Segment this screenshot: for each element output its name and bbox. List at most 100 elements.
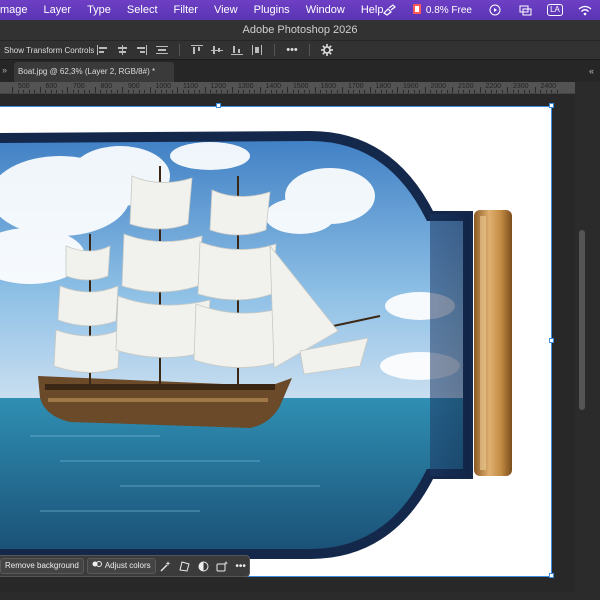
distribute-horizontal-icon[interactable] (154, 43, 170, 57)
ruler-tick (369, 87, 371, 93)
ruler-tick (347, 90, 349, 93)
magic-wand-icon[interactable] (158, 558, 175, 574)
ruler-tick (507, 87, 509, 93)
ruler-tick (221, 90, 223, 93)
ruler-tick-label: 2100 (458, 83, 474, 90)
ruler-tick (133, 90, 135, 93)
play-icon[interactable] (480, 0, 510, 20)
menu-image[interactable]: mage (0, 0, 36, 20)
ruler-tick (237, 90, 239, 93)
ruler-tick (496, 90, 498, 93)
ruler-tick-label: 500 (18, 83, 30, 90)
align-left-edges-icon[interactable] (94, 43, 110, 57)
ruler-tick (155, 90, 157, 93)
ruler-tick (314, 87, 316, 93)
align-right-edges-icon[interactable] (134, 43, 150, 57)
ruler-tick (100, 90, 102, 93)
app-title: Adobe Photoshop 2026 (242, 24, 358, 36)
ruler-tick (320, 90, 322, 93)
ruler-tick (479, 87, 481, 93)
menubar-status-area: 0.8% Free LA (374, 0, 600, 20)
show-transform-controls-label[interactable]: Show Transform Controls (0, 46, 94, 55)
ruler-tick-label: 700 (73, 83, 85, 90)
ruler-tick (457, 90, 459, 93)
menu-window[interactable]: Window (298, 0, 353, 20)
ruler-tick-label: 1900 (403, 83, 419, 90)
window-switch-icon[interactable] (510, 0, 540, 20)
vertical-scroll-thumb[interactable] (579, 230, 585, 410)
ruler-tick (105, 90, 107, 93)
memory-status[interactable]: 0.8% Free (404, 3, 480, 18)
transform-handle-middle-right[interactable] (549, 338, 554, 343)
ruler-tick (534, 87, 536, 93)
ruler-tick-label: 900 (128, 83, 140, 90)
distribute-vertical-icon[interactable] (249, 43, 265, 57)
ruler-tick (160, 90, 162, 93)
ruler-tick-label: 2300 (513, 83, 529, 90)
ruler-tick (166, 90, 168, 93)
horizontal-scrollbar[interactable] (0, 592, 575, 600)
ruler-tick-label: 2000 (430, 83, 447, 90)
ruler-tick (199, 90, 201, 93)
menu-layer[interactable]: Layer (36, 0, 80, 20)
ruler-tick (188, 90, 190, 93)
ruler-tick (204, 87, 206, 93)
vertical-scrollbar[interactable] (575, 82, 600, 600)
transform-handle-top-center[interactable] (216, 103, 221, 108)
menu-plugins[interactable]: Plugins (246, 0, 298, 20)
menu-type[interactable]: Type (79, 0, 119, 20)
ruler-tick (61, 90, 63, 93)
ruler-tick (45, 90, 47, 93)
input-source-badge[interactable]: LA (540, 0, 570, 20)
adjust-colors-button[interactable]: Adjust colors (86, 558, 156, 574)
ruler-tick (529, 90, 531, 93)
ruler-tick (358, 90, 360, 93)
align-bottom-edges-icon[interactable] (229, 43, 245, 57)
ruler-tick (364, 90, 366, 93)
ruler-tick (452, 87, 454, 93)
gear-icon[interactable] (319, 43, 335, 57)
ruler-tick (325, 90, 327, 93)
collapse-panels-icon[interactable]: « (589, 66, 594, 76)
panel-close-icon[interactable]: » (2, 65, 7, 75)
ruler-tick (309, 90, 311, 93)
menu-view[interactable]: View (206, 0, 246, 20)
ruler-tick (116, 90, 118, 93)
ruler-tick (270, 90, 272, 93)
ruler-tick (540, 90, 542, 93)
ruler-tick (523, 90, 525, 93)
more-options-icon[interactable]: ••• (284, 43, 300, 57)
horizontal-ruler[interactable]: 500 600 700 800 900 1000 1100 1200 1300 1400 1500 1… (0, 82, 575, 94)
adjustment-layer-icon[interactable] (195, 558, 212, 574)
ruler-tick (336, 90, 338, 93)
align-vertical-centers-icon[interactable] (209, 43, 225, 57)
menu-select[interactable]: Select (119, 0, 166, 20)
document-canvas[interactable] (0, 106, 553, 576)
transform-icon[interactable] (176, 558, 193, 574)
ruler-tick (298, 90, 300, 93)
document-tab[interactable]: Boat.jpg @ 62,3% (Layer 2, RGB/8#) * (14, 62, 174, 82)
ruler-tick-label: 1500 (293, 83, 309, 90)
ruler-tick (276, 90, 278, 93)
ruler-tick-label: 1700 (348, 83, 364, 90)
ruler-tick (210, 90, 212, 93)
ruler-tick (177, 87, 179, 93)
ruler-tick (485, 90, 487, 93)
align-top-edges-icon[interactable] (189, 43, 205, 57)
transform-handle-bottom-right[interactable] (549, 573, 554, 578)
align-horizontal-centers-icon[interactable] (114, 43, 130, 57)
ruler-tick (545, 90, 547, 93)
remove-background-button[interactable]: Remove background (0, 558, 84, 574)
transform-handle-top-right[interactable] (549, 103, 554, 108)
ruler-tick (182, 90, 184, 93)
ruler-tick (39, 87, 41, 93)
more-actions-icon[interactable]: ••• (232, 558, 249, 574)
document-tab-bar: » Boat.jpg @ 62,3% (Layer 2, RGB/8#) * (0, 60, 600, 82)
menu-filter[interactable]: Filter (166, 0, 206, 20)
brush-icon[interactable] (374, 0, 404, 20)
generative-fill-icon[interactable] (214, 558, 231, 574)
ruler-tick (397, 87, 399, 93)
ruler-tick (28, 90, 30, 93)
ruler-tick (149, 87, 151, 93)
wifi-icon[interactable] (570, 0, 600, 20)
